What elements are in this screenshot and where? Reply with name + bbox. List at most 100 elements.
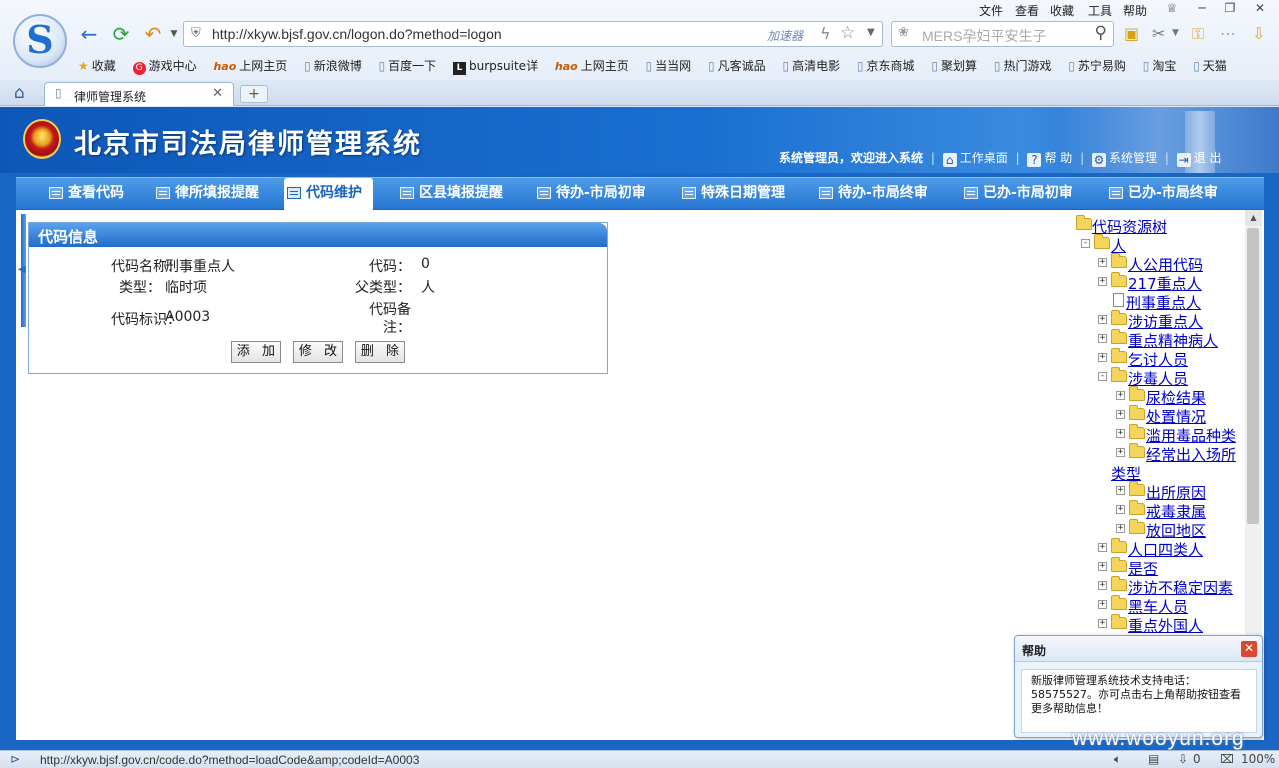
- expand-icon[interactable]: +: [1098, 619, 1107, 628]
- tree-node-label[interactable]: 涉访重点人: [1128, 311, 1203, 332]
- bookmark-item[interactable]: ▯ 淘宝: [1143, 57, 1177, 74]
- scroll-thumb[interactable]: [1247, 228, 1259, 524]
- bookmark-item[interactable]: hao 上网主页: [213, 57, 287, 74]
- expand-icon[interactable]: +: [1098, 581, 1107, 590]
- tab-view-code[interactable]: 查看代码: [46, 178, 124, 210]
- scissors-icon[interactable]: ✂: [1152, 24, 1165, 43]
- tab-district-report-reminder[interactable]: 区县填报提醒: [397, 178, 503, 210]
- tree-node-label[interactable]: 重点精神病人: [1128, 330, 1218, 351]
- scissors-dropdown-icon[interactable]: ▼: [1172, 28, 1179, 38]
- tab-todo-final-review[interactable]: 待办-市局终审: [816, 178, 928, 210]
- download-icon[interactable]: ⇩: [1252, 24, 1265, 43]
- bookmark-item[interactable]: ▯ 京东商城: [857, 57, 915, 74]
- clean-icon[interactable]: ⌧: [1220, 752, 1234, 766]
- bookmark-item[interactable]: ▯ 聚划算: [931, 57, 977, 74]
- tab-done-first-review[interactable]: 已办-市局初审: [961, 178, 1073, 210]
- download-status-icon[interactable]: ⇩: [1178, 752, 1188, 766]
- tree-node-label[interactable]: 乞讨人员: [1128, 349, 1188, 370]
- expand-icon[interactable]: +: [1116, 391, 1125, 400]
- menu-file[interactable]: 文件: [979, 2, 1003, 19]
- expand-icon[interactable]: +: [1116, 486, 1125, 495]
- tree-root-label[interactable]: 代码资源树: [1092, 216, 1167, 237]
- key-icon[interactable]: ⚿: [1192, 24, 1204, 44]
- tree-node-label[interactable]: 黑车人员: [1128, 596, 1188, 617]
- tree-node-label[interactable]: 刑事重点人: [1126, 292, 1201, 313]
- lightning-icon[interactable]: ϟ: [820, 24, 831, 43]
- tab-code-maintenance[interactable]: 代码维护: [284, 178, 373, 210]
- expand-icon[interactable]: +: [1098, 258, 1107, 267]
- menu-help[interactable]: 帮助: [1123, 2, 1147, 19]
- bookmark-item[interactable]: Lburpsuite详: [453, 57, 538, 75]
- menu-tools[interactable]: 工具: [1088, 2, 1112, 19]
- bookmark-item[interactable]: hao 上网主页: [555, 57, 629, 74]
- plugin-icon[interactable]: ▣: [1124, 24, 1139, 43]
- tab-special-dates[interactable]: 特殊日期管理: [679, 178, 785, 210]
- new-tab-button[interactable]: +: [240, 85, 268, 103]
- search-input[interactable]: MERS孕妇平安生子: [922, 26, 1046, 46]
- workbench-link[interactable]: ⌂ 工作桌面: [942, 151, 1008, 167]
- close-window-icon[interactable]: ✕: [1250, 1, 1270, 17]
- bookmark-item[interactable]: ▯ 热门游戏: [994, 57, 1052, 74]
- menu-view[interactable]: 查看: [1015, 2, 1039, 19]
- scroll-up-icon[interactable]: ▲: [1245, 210, 1262, 226]
- tab-todo-first-review[interactable]: 待办-市局初审: [534, 178, 646, 210]
- tree-node-label[interactable]: 是否: [1128, 558, 1158, 579]
- menu-favorites[interactable]: 收藏: [1050, 2, 1074, 19]
- close-tab-icon[interactable]: ✕: [212, 86, 223, 101]
- add-button[interactable]: 添 加: [231, 341, 281, 363]
- restore-window-icon[interactable]: ❐: [1220, 1, 1240, 17]
- tab-firm-report-reminder[interactable]: 律所填报提醒: [153, 178, 259, 210]
- collapse-icon[interactable]: -: [1081, 239, 1090, 248]
- tab-done-final-review[interactable]: 已办-市局终审: [1106, 178, 1218, 210]
- tree-node-label[interactable]: 经常出入场所: [1146, 444, 1236, 465]
- tree-node-label[interactable]: 人公用代码: [1128, 254, 1203, 275]
- home-icon[interactable]: ⌂: [14, 83, 25, 103]
- tree-node-label[interactable]: 处置情况: [1146, 406, 1206, 427]
- browser-tab[interactable]: ▯ 律师管理系统 ✕: [44, 82, 234, 106]
- tree-node-label[interactable]: 尿检结果: [1146, 387, 1206, 408]
- tree-node-label[interactable]: 涉访不稳定因素: [1128, 577, 1233, 598]
- expand-icon[interactable]: +: [1098, 600, 1107, 609]
- zoom-level[interactable]: 100%: [1241, 752, 1275, 766]
- expand-icon[interactable]: +: [1098, 277, 1107, 286]
- logout-link[interactable]: ⇥ 退 出: [1176, 151, 1222, 167]
- tree-node-label[interactable]: 重点外国人: [1128, 615, 1203, 634]
- close-icon[interactable]: ✕: [1241, 641, 1257, 657]
- expand-icon[interactable]: +: [1098, 562, 1107, 571]
- bookmark-star-icon[interactable]: ☆: [840, 23, 855, 43]
- edit-button[interactable]: 修 改: [293, 341, 343, 363]
- expand-icon[interactable]: +: [1116, 429, 1125, 438]
- volume-icon[interactable]: 🔈︎: [1114, 752, 1121, 767]
- minimize-window-icon[interactable]: ─: [1192, 1, 1212, 17]
- accelerator-button[interactable]: 加速器: [767, 27, 803, 44]
- bookmark-item[interactable]: ▯ 凡客诚品: [708, 57, 766, 74]
- bookmark-item[interactable]: ▯ 当当网: [646, 57, 692, 74]
- expand-icon[interactable]: +: [1116, 505, 1125, 514]
- more-icon[interactable]: ⋯: [1220, 24, 1236, 43]
- address-url[interactable]: http://xkyw.bjsf.gov.cn/logon.do?method=…: [212, 26, 502, 42]
- bookmark-item[interactable]: ▯ 百度一下: [379, 57, 437, 74]
- help-link[interactable]: ? 帮 助: [1027, 151, 1072, 167]
- bookmark-item[interactable]: ▯ 高清电影: [782, 57, 840, 74]
- tree-node-label[interactable]: 戒毒隶属: [1146, 501, 1206, 522]
- expand-icon[interactable]: +: [1116, 524, 1125, 533]
- tree-node-label[interactable]: 217重点人: [1128, 273, 1202, 294]
- tree-node-label[interactable]: 放回地区: [1146, 520, 1206, 541]
- bookmark-item[interactable]: G 游戏中心: [132, 57, 197, 75]
- tree-node-label[interactable]: 出所原因: [1146, 482, 1206, 503]
- expand-icon[interactable]: +: [1116, 448, 1125, 457]
- expand-icon[interactable]: +: [1098, 334, 1107, 343]
- skin-icon[interactable]: ♕: [1162, 1, 1182, 17]
- expand-icon[interactable]: +: [1098, 543, 1107, 552]
- camera-icon[interactable]: ▤: [1148, 752, 1159, 766]
- bookmark-item[interactable]: ▯ 新浪微博: [304, 57, 362, 74]
- bookmark-item[interactable]: ★ 收藏: [78, 57, 116, 74]
- collapse-icon[interactable]: -: [1098, 372, 1107, 381]
- address-dropdown-icon[interactable]: ▼: [867, 27, 875, 38]
- sidebar-toggle-icon[interactable]: ⊳: [10, 752, 20, 766]
- sidebar-toggle[interactable]: ◀: [18, 214, 26, 327]
- tree-node-label[interactable]: 滥用毒品种类: [1146, 425, 1236, 446]
- refresh-icon[interactable]: ⟳: [109, 22, 133, 46]
- back-icon[interactable]: ←: [77, 22, 101, 46]
- delete-button[interactable]: 删 除: [355, 341, 405, 363]
